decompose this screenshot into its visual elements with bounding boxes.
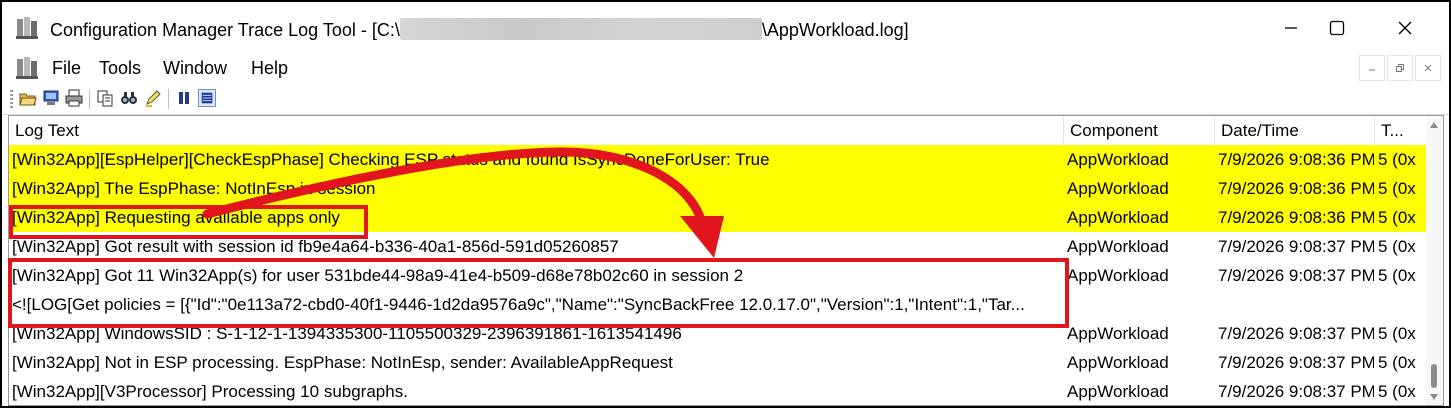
close-icon (1398, 21, 1412, 35)
table-row[interactable]: [Win32App][EspHelper][CheckEspPhase] Che… (9, 145, 1426, 174)
app-icon (16, 17, 38, 39)
title-bar[interactable]: Configuration Manager Trace Log Tool - [… (2, 2, 1449, 52)
open-remote-icon[interactable] (42, 89, 60, 107)
maximize-button[interactable] (1314, 6, 1360, 50)
toolbar-separator (89, 89, 90, 109)
datetime-cell: 7/9/2026 9:08:37 PM (1218, 237, 1374, 256)
table-row[interactable]: [Win32App] Not in ESP processing. EspPha… (9, 348, 1426, 377)
table-row[interactable]: [Win32App][V3Processor] Processing 10 su… (9, 377, 1426, 405)
log-text-line-1: [Win32App] Got 11 Win32App(s) for user 5… (12, 266, 744, 285)
component-cell: AppWorkload (1067, 324, 1169, 343)
log-text-cell: [Win32App] Requesting available apps onl… (12, 208, 340, 227)
menu-help[interactable]: Help (251, 58, 288, 79)
find-icon[interactable] (120, 89, 138, 107)
thread-cell: 5 (0x (1378, 237, 1416, 256)
close-button[interactable] (1382, 6, 1428, 50)
document-app-icon[interactable] (16, 56, 38, 80)
thread-cell: 5 (0x (1378, 179, 1416, 198)
log-text-cell: [Win32App] Got 11 Win32App(s) for user 5… (12, 261, 1064, 319)
log-list[interactable]: Log Text Component Date/Time T... [Win32… (8, 115, 1444, 406)
log-view-icon[interactable] (198, 89, 216, 107)
component-cell: AppWorkload (1067, 150, 1169, 169)
minimize-button[interactable] (1268, 6, 1314, 50)
app-window: Configuration Manager Trace Log Tool - [… (2, 2, 1449, 406)
highlight-icon[interactable] (144, 89, 162, 107)
toolbar-separator (168, 89, 169, 109)
log-text-cell: [Win32App] WindowsSID : S-1-12-1-1394335… (12, 324, 682, 343)
datetime-cell: 7/9/2026 9:08:37 PM (1218, 324, 1374, 343)
component-cell: AppWorkload (1067, 179, 1169, 198)
window-title-suffix: \AppWorkload.log] (761, 20, 909, 40)
datetime-cell: 7/9/2026 9:08:36 PM (1218, 208, 1374, 227)
log-text-cell: [Win32App] The EspPhase: NotInEsp in ses… (12, 179, 376, 198)
minimize-icon (1285, 27, 1297, 29)
scroll-up-icon[interactable] (1430, 122, 1438, 128)
copy-icon[interactable] (96, 89, 114, 107)
table-row[interactable]: [Win32App] Requesting available apps onl… (9, 203, 1426, 232)
component-cell: AppWorkload (1067, 353, 1169, 372)
datetime-cell: 7/9/2026 9:08:37 PM (1218, 266, 1374, 285)
log-text-line-2: <![LOG[Get policies = [{"Id":"0e113a72-c… (12, 295, 1025, 314)
thread-cell: 5 (0x (1378, 150, 1416, 169)
scroll-thumb[interactable] (1431, 364, 1437, 388)
column-header-log-text[interactable]: Log Text (9, 116, 1064, 145)
component-cell: AppWorkload (1067, 382, 1169, 401)
menu-window[interactable]: Window (163, 58, 227, 79)
datetime-cell: 7/9/2026 9:08:37 PM (1218, 382, 1374, 401)
menu-tools[interactable]: Tools (99, 58, 141, 79)
datetime-cell: 7/9/2026 9:08:37 PM (1218, 353, 1374, 372)
datetime-cell: 7/9/2026 9:08:36 PM (1218, 150, 1374, 169)
close-icon (1424, 64, 1432, 72)
redacted-path (399, 18, 762, 40)
window-title: Configuration Manager Trace Log Tool - [… (50, 18, 909, 41)
vertical-scrollbar[interactable] (1426, 116, 1443, 405)
log-text-cell: [Win32App] Not in ESP processing. EspPha… (12, 353, 673, 372)
datetime-cell: 7/9/2026 9:08:36 PM (1218, 179, 1374, 198)
column-header-component[interactable]: Component (1064, 116, 1215, 145)
component-cell: AppWorkload (1067, 237, 1169, 256)
table-row[interactable]: [Win32App] The EspPhase: NotInEsp in ses… (9, 174, 1426, 203)
thread-cell: 5 (0x (1378, 208, 1416, 227)
restore-icon (1396, 64, 1404, 72)
table-row[interactable]: [Win32App] Got 11 Win32App(s) for user 5… (9, 261, 1426, 319)
thread-cell: 5 (0x (1378, 266, 1416, 285)
log-text-cell: [Win32App][EspHelper][CheckEspPhase] Che… (12, 150, 770, 169)
table-row[interactable]: [Win32App] WindowsSID : S-1-12-1-1394335… (9, 319, 1426, 348)
scroll-down-icon[interactable] (1430, 394, 1438, 400)
child-minimize-button[interactable] (1359, 55, 1385, 81)
table-row[interactable]: [Win32App] Got result with session id fb… (9, 232, 1426, 261)
menu-file[interactable]: File (52, 58, 81, 79)
maximize-icon (1329, 20, 1345, 36)
thread-cell: 5 (0x (1378, 353, 1416, 372)
log-text-cell: [Win32App] Got result with session id fb… (12, 237, 619, 256)
component-cell: AppWorkload (1067, 266, 1169, 285)
log-text-cell: [Win32App][V3Processor] Processing 10 su… (12, 382, 408, 401)
menu-bar: File Tools Window Help (2, 52, 1449, 84)
toolbar-grip[interactable] (10, 90, 13, 108)
minimize-icon (1369, 69, 1375, 71)
column-header-datetime[interactable]: Date/Time (1215, 116, 1375, 145)
component-cell: AppWorkload (1067, 208, 1169, 227)
thread-cell: 5 (0x (1378, 324, 1416, 343)
child-close-button[interactable] (1415, 55, 1441, 81)
print-icon[interactable] (65, 89, 83, 107)
list-rows: [Win32App][EspHelper][CheckEspPhase] Che… (9, 145, 1426, 405)
toolbar (2, 84, 1449, 115)
window-title-prefix: Configuration Manager Trace Log Tool - [… (50, 20, 400, 40)
pause-icon[interactable] (175, 89, 193, 107)
thread-cell: 5 (0x (1378, 382, 1416, 401)
list-header: Log Text Component Date/Time T... (9, 116, 1426, 146)
column-header-thread[interactable]: T... (1375, 116, 1426, 145)
open-folder-icon[interactable] (19, 89, 37, 107)
child-restore-button[interactable] (1387, 55, 1413, 81)
